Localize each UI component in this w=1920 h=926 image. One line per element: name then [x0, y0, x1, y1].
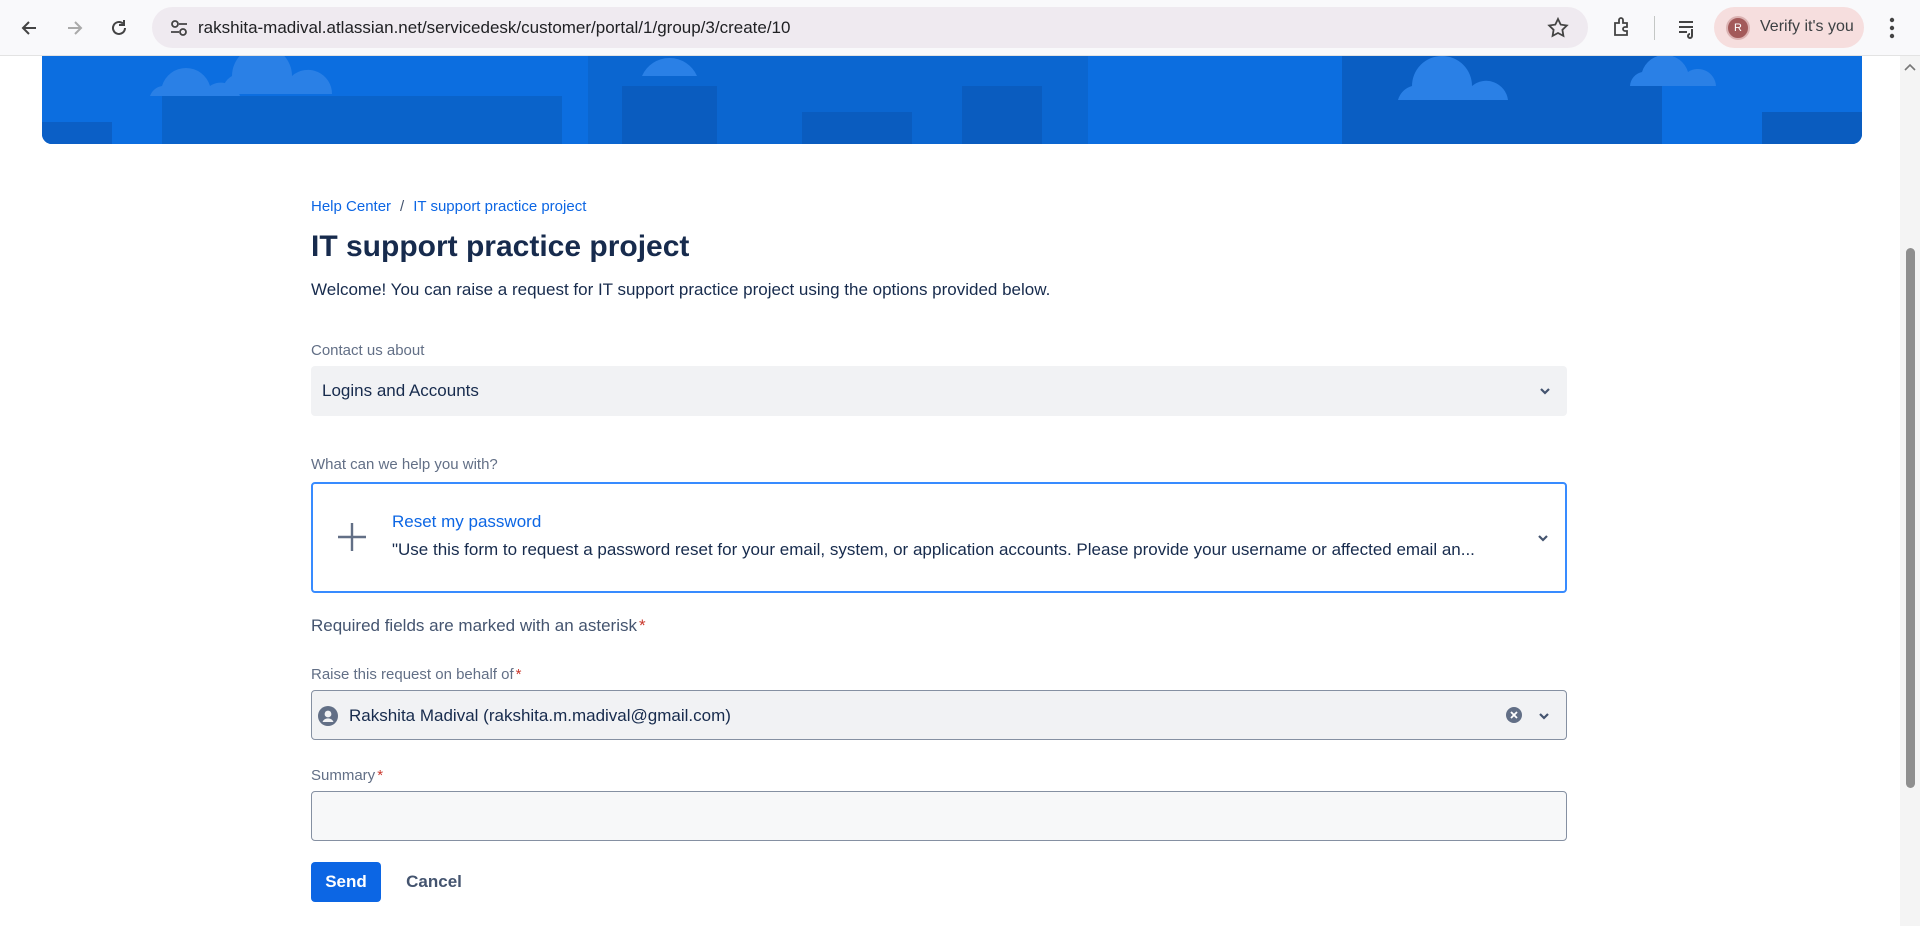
back-button[interactable] [14, 12, 46, 44]
contact-us-about-select[interactable]: Logins and Accounts [311, 366, 1567, 416]
bookmark-star-icon[interactable] [1546, 16, 1570, 40]
breadcrumb: Help Center / IT support practice project [311, 198, 586, 215]
breadcrumb-project-link[interactable]: IT support practice project [413, 198, 586, 215]
request-type-description: "Use this form to request a password res… [392, 540, 1475, 559]
chevron-down-icon[interactable] [1536, 708, 1552, 724]
portal-banner [42, 56, 1862, 144]
back-arrow-icon [21, 21, 36, 35]
forward-button[interactable] [58, 12, 90, 44]
forward-arrow-icon [68, 21, 83, 35]
welcome-text: Welcome! You can raise a request for IT … [311, 280, 1051, 299]
summary-label: Summary * [311, 767, 383, 784]
clear-selection-icon[interactable] [1506, 707, 1522, 723]
required-asterisk: * [377, 767, 384, 784]
profile-chip-label: Verify it's you [1760, 18, 1854, 35]
reload-icon [112, 20, 126, 35]
page-title: IT support practice project [311, 230, 690, 263]
url-text[interactable]: rakshita-madival.atlassian.net/servicede… [198, 18, 790, 38]
cancel-button[interactable]: Cancel [395, 862, 473, 902]
banner-illustration [42, 56, 1862, 144]
breadcrumb-help-center-link[interactable]: Help Center [311, 198, 391, 215]
contact-us-about-label: Contact us about [311, 342, 425, 359]
browser-toolbar: rakshita-madival.atlassian.net/servicede… [0, 0, 1920, 56]
plus-icon [338, 523, 366, 551]
on-behalf-of-value: Rakshita Madival (rakshita.m.madival@gma… [349, 706, 731, 725]
contact-us-about-value: Logins and Accounts [322, 381, 479, 400]
scroll-up-arrow-icon[interactable] [1903, 62, 1917, 72]
on-behalf-of-label: Raise this request on behalf of * [311, 666, 521, 683]
what-can-we-help-label: What can we help you with? [311, 456, 498, 473]
on-behalf-of-select[interactable]: Rakshita Madival (rakshita.m.madival@gma… [311, 690, 1567, 740]
breadcrumb-separator: / [400, 198, 405, 215]
site-settings-icon[interactable] [168, 17, 190, 39]
extensions-icon[interactable] [1608, 14, 1636, 42]
profile-avatar: R [1726, 16, 1750, 40]
chevron-down-icon [1540, 388, 1550, 395]
request-type-selector[interactable]: Reset my password "Use this form to requ… [311, 482, 1567, 593]
user-avatar-icon [318, 706, 338, 726]
on-behalf-of-label-text: Raise this request on behalf of [311, 666, 514, 683]
page-scrollbar-thumb[interactable] [1906, 248, 1915, 788]
chevron-down-icon [1538, 535, 1548, 542]
required-note-text: Required fields are marked with an aster… [311, 616, 637, 635]
required-fields-note: Required fields are marked with an aster… [311, 616, 646, 636]
reload-button[interactable] [103, 12, 135, 44]
request-type-title: Reset my password [392, 512, 542, 531]
summary-label-text: Summary [311, 767, 376, 784]
media-queue-icon[interactable] [1674, 14, 1702, 42]
required-asterisk: * [638, 616, 646, 635]
send-button[interactable]: Send [311, 862, 381, 902]
profile-button[interactable]: R Verify it's you [1714, 7, 1864, 48]
browser-menu-icon[interactable] [1880, 12, 1904, 44]
summary-input[interactable] [311, 791, 1567, 841]
toolbar-divider [1654, 16, 1655, 40]
address-bar[interactable]: rakshita-madival.atlassian.net/servicede… [152, 7, 1588, 48]
required-asterisk: * [515, 666, 522, 683]
